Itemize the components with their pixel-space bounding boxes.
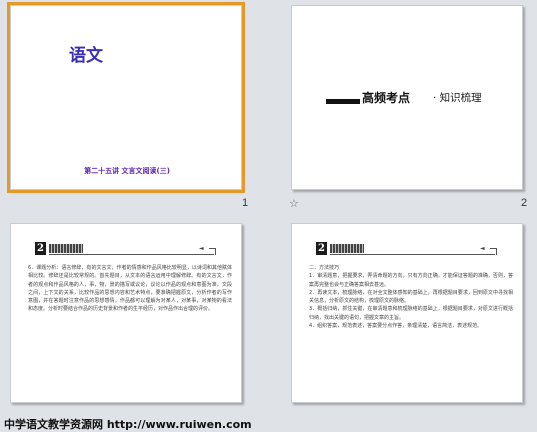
slide-header: 2 ◄ bbox=[316, 242, 497, 256]
slide-number-1: 1 bbox=[242, 197, 249, 209]
slide-thumbnail-4[interactable]: 2 ◄ 二．方法技巧 1．审清题意，把握要求，弄清命题的方向，只有方向正确，才能… bbox=[291, 223, 523, 403]
return-arrow-icon: ◄ bbox=[480, 245, 485, 252]
paragraph: 3．概括归纳，抓住关键，在审清题意和梳理脉络的基础上，根据题目要求，对原文进行概… bbox=[309, 306, 513, 321]
heading-title: 高频考点 bbox=[362, 91, 411, 105]
paragraph: 6．课题分析：语言修辞，有的文言文，作者的情感和作品风格比较明显，以诗词和其他赋… bbox=[28, 265, 232, 313]
header-corner-decoration bbox=[209, 248, 216, 255]
paragraph: 1．审清题意，把握要求，弄清命题的方向，只有方向正确，才能保证答题的准确，否则，… bbox=[309, 273, 513, 288]
section-badge: 2 bbox=[35, 242, 46, 255]
section-badge: 2 bbox=[316, 242, 327, 255]
header-label-graphic bbox=[330, 244, 364, 253]
slide-title: 语文 bbox=[69, 46, 103, 66]
slide-subtitle: 第二十五讲 文言文阅读(三) bbox=[84, 167, 170, 175]
slide-thumbnail-3[interactable]: 2 ◄ 6．课题分析：语言修辞，有的文言文，作者的情感和作品风格比较明显，以诗词… bbox=[10, 223, 242, 403]
heading-bar-decoration bbox=[326, 99, 360, 104]
header-rule bbox=[330, 254, 495, 255]
slide-thumbnail-1[interactable]: 语文 第二十五讲 文言文阅读(三) bbox=[7, 2, 245, 193]
slide-header: 2 ◄ bbox=[35, 242, 216, 256]
slide-number-2: 2 bbox=[521, 197, 528, 209]
heading-subtitle: · 知识梳理 bbox=[433, 92, 482, 104]
slide-body-text: 二．方法技巧 1．审清题意，把握要求，弄清命题的方向，只有方向正确，才能保证答题… bbox=[309, 264, 513, 330]
header-corner-decoration bbox=[490, 248, 497, 255]
paragraph-heading: 二．方法技巧 bbox=[309, 265, 340, 271]
animation-star-icon: ☆ bbox=[289, 197, 299, 210]
paragraph: 4．组织答案，规范表述，答案要分点作答，条理清楚，语言简洁，表述规范。 bbox=[309, 323, 483, 330]
header-rule bbox=[49, 254, 214, 255]
slide-body-text: 6．课题分析：语言修辞，有的文言文，作者的情感和作品风格比较明显，以诗词和其他赋… bbox=[28, 264, 232, 314]
header-label-graphic bbox=[49, 244, 83, 253]
paragraph: 2．再读文本，梳理脉络，在对全文整体感知的基础上，再根据题目要求，回到原文中寻找… bbox=[309, 289, 513, 305]
slide-thumbnail-2[interactable]: 高频考点 · 知识梳理 bbox=[291, 5, 523, 190]
section-heading: 高频考点 · 知识梳理 bbox=[326, 89, 501, 107]
watermark-footer: 中学语文教学资源网 http://www.ruiwen.com bbox=[4, 418, 252, 431]
return-arrow-icon: ◄ bbox=[199, 245, 204, 252]
